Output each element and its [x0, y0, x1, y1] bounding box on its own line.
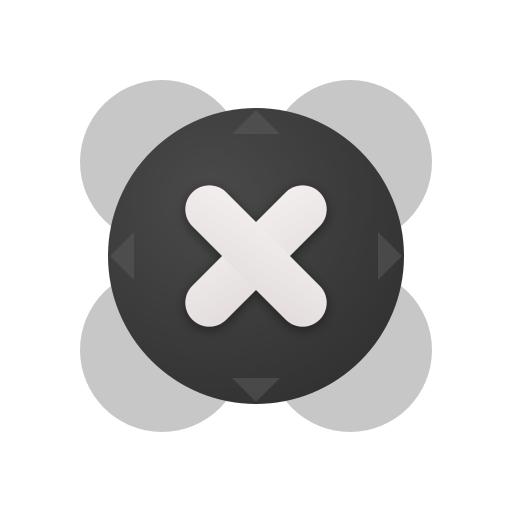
- app-icon[interactable]: [0, 0, 512, 512]
- close-icon-graphic: [80, 80, 432, 432]
